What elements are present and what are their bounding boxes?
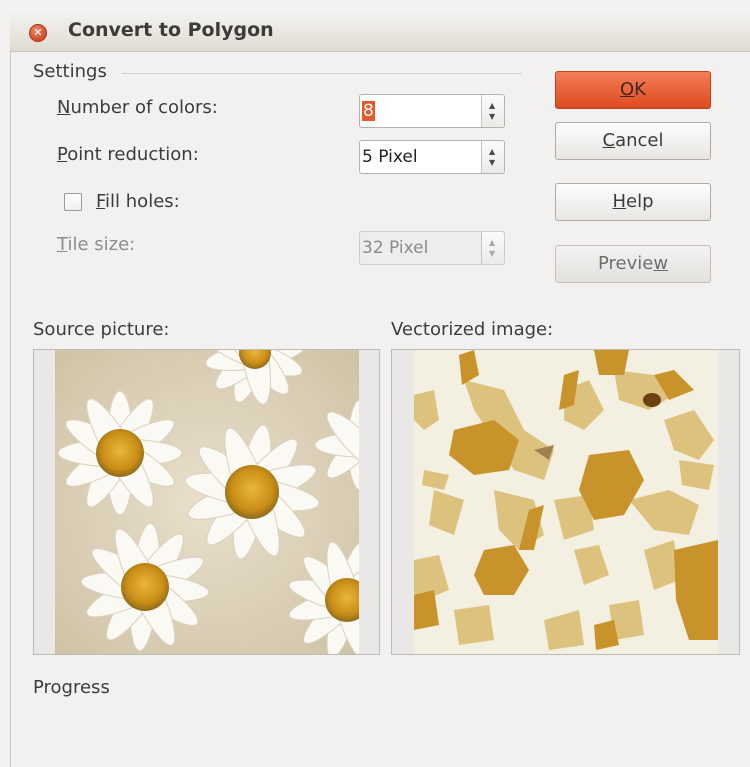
settings-divider bbox=[122, 73, 522, 74]
close-icon[interactable]: ✕ bbox=[29, 24, 47, 42]
tile-size-stepper: ▲ ▼ bbox=[481, 232, 504, 264]
point-reduction-value[interactable]: 5 Pixel bbox=[362, 147, 418, 167]
vector-dark-spot bbox=[643, 393, 661, 407]
help-button[interactable]: Help bbox=[555, 183, 711, 221]
progress-label: Progress bbox=[33, 677, 110, 698]
point-reduction-label: Point reduction: bbox=[57, 144, 199, 165]
number-of-colors-label: Number of colors: bbox=[57, 97, 218, 118]
point-reduction-stepper[interactable]: ▲ ▼ bbox=[481, 141, 504, 173]
number-of-colors-stepper[interactable]: ▲ ▼ bbox=[481, 95, 504, 127]
preview-button[interactable]: Preview bbox=[555, 245, 711, 283]
dialog-title: Convert to Polygon bbox=[68, 19, 274, 41]
cancel-button[interactable]: Cancel bbox=[555, 122, 711, 160]
source-picture bbox=[55, 350, 359, 654]
source-picture-frame bbox=[33, 349, 380, 655]
tile-size-spinner: 32 Pixel ▲ ▼ bbox=[359, 231, 505, 265]
number-of-colors-value[interactable]: 8 bbox=[362, 101, 375, 121]
point-reduction-spinner[interactable]: 5 Pixel ▲ ▼ bbox=[359, 140, 505, 174]
source-picture-label: Source picture: bbox=[33, 319, 170, 340]
vectorized-image-label: Vectorized image: bbox=[391, 319, 554, 340]
settings-section-label: Settings bbox=[33, 61, 107, 82]
fill-holes-checkbox[interactable] bbox=[64, 193, 82, 211]
fill-holes-label[interactable]: Fill holes: bbox=[96, 191, 180, 212]
vectorized-image-frame bbox=[391, 349, 740, 655]
number-of-colors-spinner[interactable]: 8 ▲ ▼ bbox=[359, 94, 505, 128]
vectorized-image bbox=[414, 350, 718, 654]
tile-size-value: 32 Pixel bbox=[362, 238, 429, 258]
tile-size-label: Tile size: bbox=[57, 234, 136, 255]
ok-button[interactable]: OK bbox=[555, 71, 711, 109]
